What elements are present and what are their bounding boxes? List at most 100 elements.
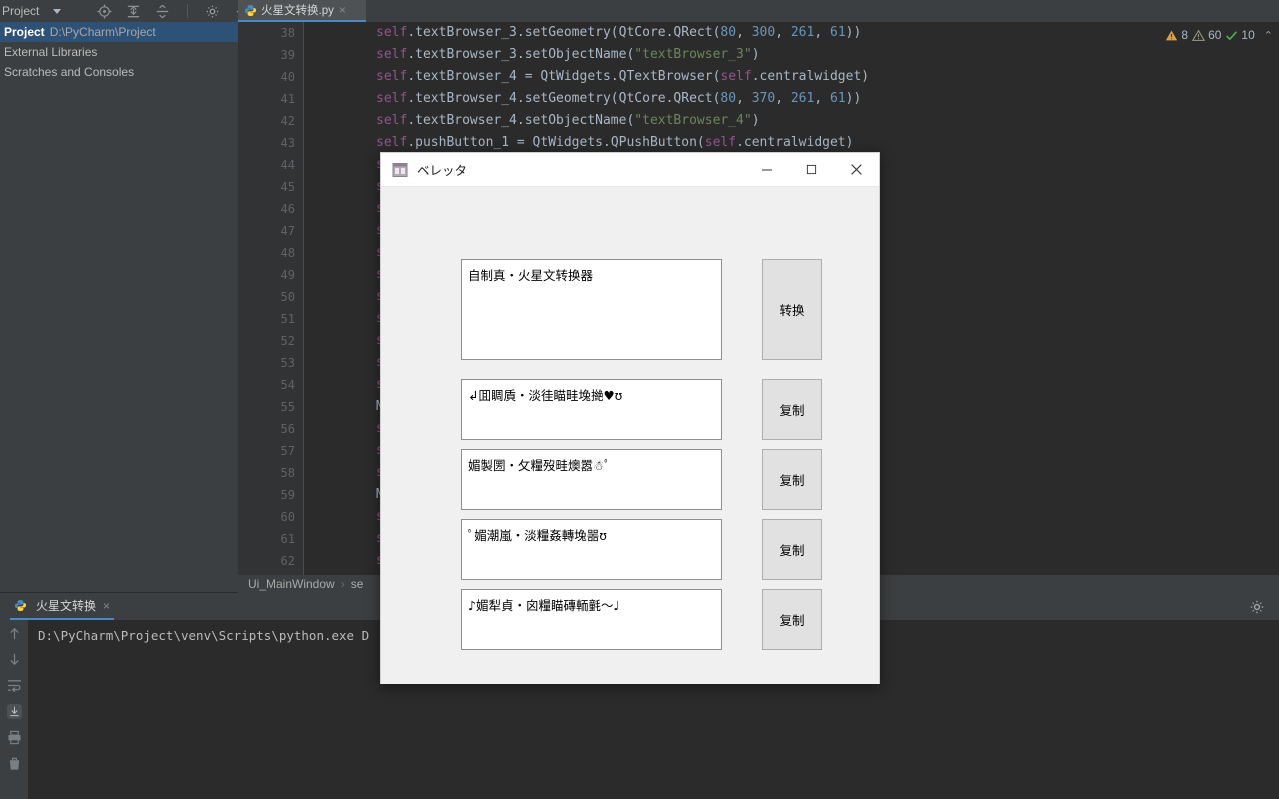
warning-count: 8 <box>1181 28 1189 42</box>
line-number: 62 <box>280 554 295 568</box>
code-token: "textBrowser_3" <box>634 47 752 62</box>
code-token: .setObjectName( <box>516 47 635 62</box>
code-token: 261 <box>790 91 815 106</box>
editor-tab-label: 火星文转换.py <box>261 5 334 17</box>
line-number: 39 <box>280 48 295 62</box>
clear-all-trash-icon[interactable] <box>7 756 22 771</box>
code-token: , <box>814 91 830 106</box>
code-token: , <box>814 25 830 40</box>
breadcrumb-item-class[interactable]: Ui_MainWindow <box>248 577 335 591</box>
settings-gear-icon[interactable] <box>1249 599 1265 615</box>
code-token: .centralwidget) <box>736 135 854 150</box>
warning-indicator[interactable]: 8 <box>1165 28 1188 42</box>
warning-triangle-icon <box>1166 30 1178 40</box>
weak-warning-indicator[interactable]: 60 <box>1192 28 1221 42</box>
close-icon[interactable]: × <box>339 3 346 17</box>
chevron-up-icon[interactable]: ⌃ <box>1264 29 1273 42</box>
code-line[interactable]: self.textBrowser_4.setObjectName("textBr… <box>304 110 1279 132</box>
code-token: )) <box>845 25 862 40</box>
copy-button-1[interactable]: 复制 <box>762 379 822 440</box>
code-line[interactable]: self.textBrowser_4.setGeometry(QtCore.QR… <box>304 88 1279 110</box>
typo-indicator[interactable]: 10 <box>1225 28 1255 42</box>
code-token: .QRect( <box>665 25 721 40</box>
line-number: 56 <box>280 422 295 436</box>
code-token: self <box>720 69 752 84</box>
code-token: )) <box>845 91 862 106</box>
code-token: 80 <box>720 25 737 40</box>
settings-gear-icon[interactable] <box>205 4 220 19</box>
code-token: .setGeometry( <box>516 25 619 40</box>
dialog-title-bar[interactable]: ベレッタ <box>381 153 879 187</box>
sidebar-item-project[interactable]: Project D:\PyCharm\Project <box>0 22 238 42</box>
code-token: 61 <box>830 25 846 40</box>
soft-wrap-icon[interactable] <box>7 678 22 693</box>
minimize-icon <box>761 169 772 170</box>
output-row-1: ↲囬睭貭・淡徍瞄畦堍撧♥ʊ 复制 <box>461 379 822 440</box>
code-token: self <box>376 91 408 106</box>
chevron-down-icon[interactable] <box>53 8 62 14</box>
copy-button-2[interactable]: 复制 <box>762 449 822 510</box>
source-text-input[interactable]: 自制真・火星文转换器 <box>461 259 722 360</box>
code-token: ) <box>751 47 760 62</box>
output-row-4: ♪媚犁貞・囟糧瞄磚輀氃〜♩ 复制 <box>461 589 822 650</box>
code-token: QtWidgets <box>532 135 603 150</box>
line-number: 54 <box>280 378 295 392</box>
collapse-all-icon[interactable] <box>155 4 170 19</box>
line-number: 55 <box>280 400 295 414</box>
code-line[interactable]: self.textBrowser_3.setObjectName("textBr… <box>304 44 1279 66</box>
code-token: 300 <box>751 25 776 40</box>
copy-button-3[interactable]: 复制 <box>762 519 822 580</box>
minimize-button[interactable] <box>744 153 789 187</box>
line-number: 40 <box>280 70 295 84</box>
maximize-icon <box>806 164 817 175</box>
code-token: .textBrowser_3 <box>407 25 517 40</box>
print-icon[interactable] <box>7 730 22 745</box>
maximize-button[interactable] <box>789 153 834 187</box>
sidebar-item-scratches-and-consoles[interactable]: Scratches and Consoles <box>0 62 238 82</box>
line-number: 42 <box>280 114 295 128</box>
scroll-to-end-icon[interactable] <box>6 704 22 719</box>
code-line[interactable]: self.textBrowser_3.setGeometry(QtCore.QR… <box>304 22 1279 44</box>
line-number: 60 <box>280 510 295 524</box>
code-line[interactable]: self.pushButton_1 = QtWidgets.QPushButto… <box>304 132 1279 154</box>
scroll-down-icon[interactable] <box>7 652 22 667</box>
sidebar-item-project-title: Project <box>4 25 45 39</box>
sidebar-item-external-libraries[interactable]: External Libraries <box>0 42 238 62</box>
output-text-4[interactable]: ♪媚犁貞・囟糧瞄磚輀氃〜♩ <box>461 589 722 650</box>
output-text-3[interactable]: ﾟ媚潮嵐・淡糧姦轉堍噐ʊ <box>461 519 722 580</box>
close-icon[interactable]: × <box>103 599 110 613</box>
copy-button-4[interactable]: 复制 <box>762 589 822 650</box>
output-text-2[interactable]: 媚製圐・攵糧歿畦燠嚣☃ﾟ <box>461 449 722 510</box>
scroll-up-icon[interactable] <box>7 626 22 641</box>
code-token: QtCore <box>618 25 666 40</box>
sidebar-item-scratches-label: Scratches and Consoles <box>4 65 135 79</box>
code-line[interactable]: self.textBrowser_4 = QtWidgets.QTextBrow… <box>304 66 1279 88</box>
typo-check-icon <box>1226 30 1238 40</box>
line-number: 45 <box>280 180 295 194</box>
close-button[interactable] <box>834 153 879 187</box>
code-token: , <box>736 91 752 106</box>
code-token: QtWidgets <box>540 69 611 84</box>
run-tab-huoxingwen[interactable]: 火星文转换 × <box>10 593 115 620</box>
locate-target-icon[interactable] <box>97 3 112 19</box>
code-token: 261 <box>790 25 815 40</box>
code-token: self <box>376 47 408 62</box>
line-number: 50 <box>280 290 295 304</box>
code-token: "textBrowser_4" <box>634 113 752 128</box>
editor-tab-huoxingwen[interactable]: 火星文转换.py × <box>238 0 366 22</box>
code-token: .textBrowser_4 <box>407 91 517 106</box>
inspection-widget[interactable]: 8 60 10 ⌃ <box>1165 28 1273 42</box>
breadcrumb-item-method[interactable]: se <box>351 577 364 591</box>
code-token: , <box>775 91 791 106</box>
project-tool-window-label[interactable]: Project <box>2 4 39 18</box>
code-token: ) <box>751 113 760 128</box>
code-token: self <box>376 113 408 128</box>
beretta-dialog-window: ベレッタ 自制真・火星文转换器 转换 ↲囬睭貭・淡徍瞄畦堍撧♥ʊ 复制 媚製圐・… <box>380 152 880 684</box>
line-number: 57 <box>280 444 295 458</box>
expand-all-icon[interactable] <box>126 4 141 19</box>
convert-button[interactable]: 转换 <box>762 259 822 360</box>
code-token: .textBrowser_4 <box>407 113 517 128</box>
code-token: .setGeometry( <box>516 91 619 106</box>
dialog-title: ベレッタ <box>417 164 468 178</box>
output-text-1[interactable]: ↲囬睭貭・淡徍瞄畦堍撧♥ʊ <box>461 379 722 440</box>
